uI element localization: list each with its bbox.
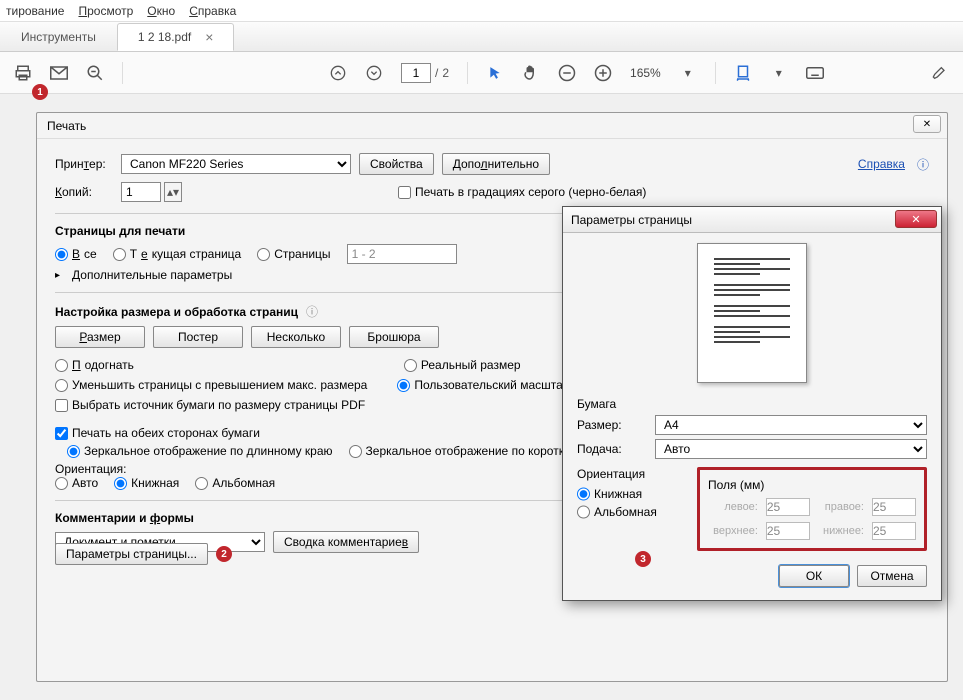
orientation-group-title: Ориентация [577,467,687,481]
chevron-down-icon[interactable]: ▾ [679,64,697,82]
page-preview [697,243,807,383]
tab-label: Инструменты [21,30,96,44]
paper-source-label: Подача: [577,442,645,456]
menu-item[interactable]: Справка [189,4,236,18]
hand-icon[interactable] [522,64,540,82]
document-tabs: Инструменты 1 2 18.pdf × [0,22,963,52]
tab-tools[interactable]: Инструменты [0,23,117,51]
menu-item[interactable]: Просмотр [78,4,133,18]
print-icon[interactable] [14,64,32,82]
margins-group-title: Поля (мм) [708,478,916,492]
close-icon[interactable]: × [205,29,213,45]
copies-label: Копий: [55,185,113,199]
menu-item[interactable]: Окно [147,4,175,18]
cancel-button[interactable]: Отмена [857,565,927,587]
help-link[interactable]: Справка [858,157,905,171]
close-button[interactable]: ✕ [895,210,937,228]
radio-flip-long[interactable]: Зеркальное отображение по длинному краю [67,444,333,458]
highlight-icon[interactable] [931,64,949,82]
page-up-icon[interactable] [329,64,347,82]
page-down-icon[interactable] [365,64,383,82]
margin-top-input[interactable] [766,522,810,540]
more-params-toggle[interactable]: Дополнительные параметры [72,268,232,282]
pages-range-input[interactable] [347,244,457,264]
tab-label: 1 2 18.pdf [138,30,191,44]
pagesetup-button[interactable]: Параметры страницы... [55,543,208,565]
badge-1: 1 [32,84,48,100]
poster-button[interactable]: Постер [153,326,243,348]
pointer-icon[interactable] [486,64,504,82]
badge-3: 3 [635,551,651,567]
info-icon: ⓘ [917,156,929,173]
printer-select[interactable]: Canon MF220 Series [121,154,351,174]
mail-icon[interactable] [50,64,68,82]
fit-width-icon[interactable] [734,64,752,82]
zoom-out-icon[interactable] [558,64,576,82]
margin-right-label: правое: [818,501,864,513]
radio-shrink[interactable]: Уменьшить страницы с превышением макс. р… [55,378,367,392]
sizing-group-title: Настройка размера и обработка страниц [55,305,298,319]
paper-source-select[interactable]: Авто [655,439,927,459]
toolbar: 1 / 2 165% ▾ ▾ [0,52,963,94]
grayscale-checkbox[interactable]: Печать в градациях серого (черно-белая) [398,185,646,199]
paper-group-title: Бумага [577,397,927,411]
margin-bottom-input[interactable] [872,522,916,540]
paper-size-label: Размер: [577,418,645,432]
keyboard-icon[interactable] [806,64,824,82]
info-icon: ⓘ [306,303,318,320]
zoom-in-icon[interactable] [594,64,612,82]
printer-label: Принтер: [55,157,113,171]
advanced-button[interactable]: Дополнительно [442,153,550,175]
radio-auto[interactable]: Авто [55,476,98,490]
zoom-icon[interactable] [86,64,104,82]
close-button[interactable]: ✕ [913,115,941,133]
radio-portrait[interactable]: Книжная [577,487,687,501]
radio-pages[interactable]: Страницы [257,247,330,261]
properties-button[interactable]: Свойства [359,153,434,175]
radio-all[interactable]: Все [55,247,97,261]
margin-bottom-label: нижнее: [818,525,864,537]
menubar: тирование Просмотр Окно Справка [0,0,963,22]
multiple-button[interactable]: Несколько [251,326,341,348]
radio-landscape[interactable]: Альбомная [195,476,275,490]
dialog-title: Печать [47,119,86,133]
radio-fit[interactable]: Подогнать [55,358,134,372]
chevron-down-icon[interactable]: ▾ [770,64,788,82]
radio-custom[interactable]: Пользовательский масштаб [397,378,569,392]
pagesetup-title: Параметры страницы [571,213,692,227]
pagesetup-titlebar: Параметры страницы ✕ [563,207,941,233]
booklet-button[interactable]: Брошюра [349,326,439,348]
dialog-titlebar: Печать ✕ [37,113,947,139]
margin-left-input[interactable] [766,498,810,516]
tab-document[interactable]: 1 2 18.pdf × [117,23,235,51]
menu-item[interactable]: тирование [6,4,64,18]
copies-input[interactable] [121,182,161,202]
pagesetup-dialog: Параметры страницы ✕ Бумага Размер: A4 П… [562,206,942,601]
paper-size-select[interactable]: A4 [655,415,927,435]
radio-current[interactable]: Текущая страница [113,247,242,261]
radio-flip-short[interactable]: Зеркальное отображение по короткому [349,444,586,458]
zoom-level[interactable]: 165% [630,66,661,80]
spinner-icon[interactable]: ▴▾ [164,182,182,202]
margin-left-label: левое: [708,501,758,513]
page-input[interactable] [401,63,431,83]
radio-actual[interactable]: Реальный размер [404,358,521,372]
radio-portrait[interactable]: Книжная [114,476,179,490]
margin-top-label: верхнее: [708,525,758,537]
ok-button[interactable]: ОК [779,565,849,587]
page-indicator: / 2 [401,63,449,83]
size-button[interactable]: Размер [55,326,145,348]
margin-right-input[interactable] [872,498,916,516]
radio-landscape[interactable]: Альбомная [577,505,687,519]
badge-2: 2 [216,546,232,562]
